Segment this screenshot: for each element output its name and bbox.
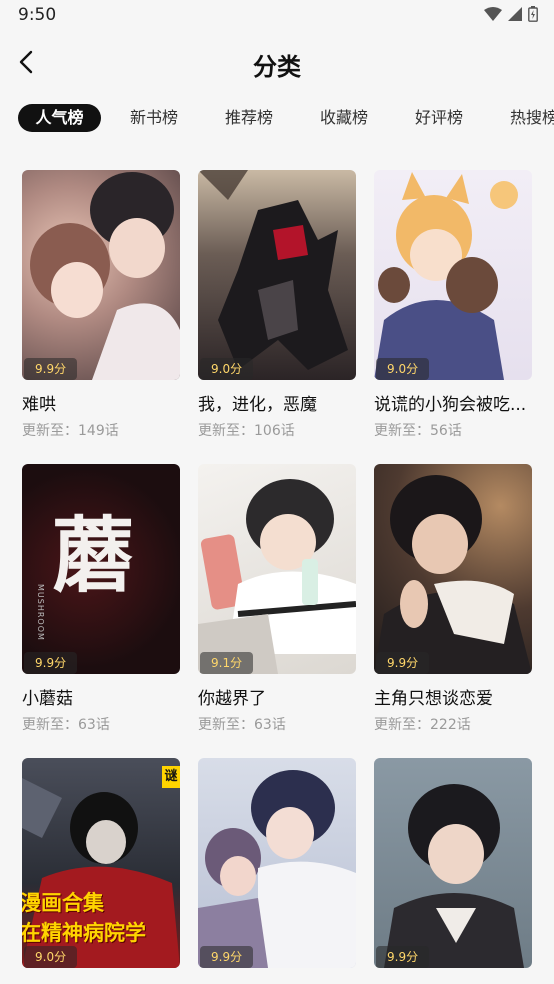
tab-popular[interactable]: 人气榜	[18, 104, 101, 132]
wifi-icon	[484, 7, 502, 21]
cover-subtitle-art: MUSHROOM	[36, 584, 45, 641]
comic-card[interactable]: 9.0分 说谎的小狗会被吃... 更新至：56话	[374, 170, 532, 441]
rating-badge: 9.0分	[24, 946, 78, 968]
comic-update: 更新至：106话	[198, 423, 295, 439]
comic-update: 更新至：63话	[198, 717, 286, 733]
comic-cover: 蘑 MUSHROOM 9.9分	[22, 464, 180, 674]
page-title: 分类	[253, 53, 301, 81]
comic-cover: 9.0分	[198, 170, 356, 380]
rating-badge: 9.1分	[200, 652, 254, 674]
rating-badge: 9.9分	[24, 652, 78, 674]
tab-new[interactable]: 新书榜	[124, 104, 184, 132]
cover-art	[198, 170, 348, 370]
tab-trending[interactable]: 热搜榜	[504, 104, 554, 132]
comic-card[interactable]: 9.0分 我，进化，恶魔 更新至：106话	[198, 170, 356, 441]
comic-card[interactable]: 蘑 MUSHROOM 9.9分 小蘑菇 更新至：63话	[22, 464, 180, 735]
rating-badge: 9.9分	[200, 946, 254, 968]
cover-art	[374, 475, 532, 674]
corner-badge: 谜	[162, 766, 180, 788]
battery-icon	[528, 6, 538, 22]
comic-card[interactable]: 9.9分 难哄 更新至：149话	[22, 170, 180, 441]
rating-badge: 9.9分	[24, 358, 78, 380]
comic-cover: 9.9分	[198, 758, 356, 968]
status-time: 9:50	[18, 5, 57, 25]
comic-cover: 9.9分	[374, 758, 532, 968]
comic-card[interactable]: 9.9分	[198, 758, 356, 968]
comic-title: 我，进化，恶魔	[198, 395, 317, 415]
comic-update: 更新至：63话	[22, 717, 110, 733]
category-tabs: 人气榜 新书榜 推荐榜 收藏榜 好评榜 热搜榜	[0, 100, 554, 136]
comic-cover: 9.9分	[22, 170, 180, 380]
cover-art	[198, 479, 356, 674]
tab-recommended[interactable]: 推荐榜	[219, 104, 279, 132]
comic-cover: 9.0分	[374, 170, 532, 380]
comic-cover: 9.9分	[374, 464, 532, 674]
cover-art	[384, 784, 524, 968]
comic-update: 更新至：56话	[374, 423, 462, 439]
cover-art	[30, 172, 180, 380]
rating-badge: 9.9分	[376, 652, 430, 674]
cover-art	[198, 770, 356, 968]
comic-update: 更新至：222话	[374, 717, 471, 733]
cover-title-art: 蘑	[52, 508, 135, 604]
tab-top-rated[interactable]: 好评榜	[409, 104, 469, 132]
comic-title: 说谎的小狗会被吃...	[374, 395, 527, 415]
tab-favorites[interactable]: 收藏榜	[314, 104, 374, 132]
comic-title: 难哄	[22, 395, 56, 415]
comic-card[interactable]: 9.1分 你越界了 更新至：63话	[198, 464, 356, 735]
comic-card[interactable]: 9.9分 主角只想谈恋爱 更新至：222话	[374, 464, 532, 735]
cover-title-art: 漫画合集 在精神病院学	[22, 891, 146, 945]
comic-update: 更新至：149话	[22, 423, 119, 439]
comic-cover: 谜 漫画合集 在精神病院学 9.0分	[22, 758, 180, 968]
comic-title: 主角只想谈恋爱	[374, 689, 493, 709]
status-bar: 9:50	[0, 0, 554, 30]
comic-cover: 9.1分	[198, 464, 356, 674]
comic-title: 小蘑菇	[22, 689, 73, 709]
comic-title: 你越界了	[198, 689, 266, 709]
status-icons	[484, 6, 538, 22]
header: 分类	[0, 30, 554, 94]
rating-badge: 9.0分	[376, 358, 430, 380]
rating-badge: 9.0分	[200, 358, 254, 380]
signal-icon	[508, 7, 522, 21]
rating-badge: 9.9分	[376, 946, 430, 968]
comic-card[interactable]: 谜 漫画合集 在精神病院学 9.0分	[22, 758, 180, 968]
comic-card[interactable]: 9.9分	[374, 758, 532, 968]
cover-art	[374, 172, 518, 380]
